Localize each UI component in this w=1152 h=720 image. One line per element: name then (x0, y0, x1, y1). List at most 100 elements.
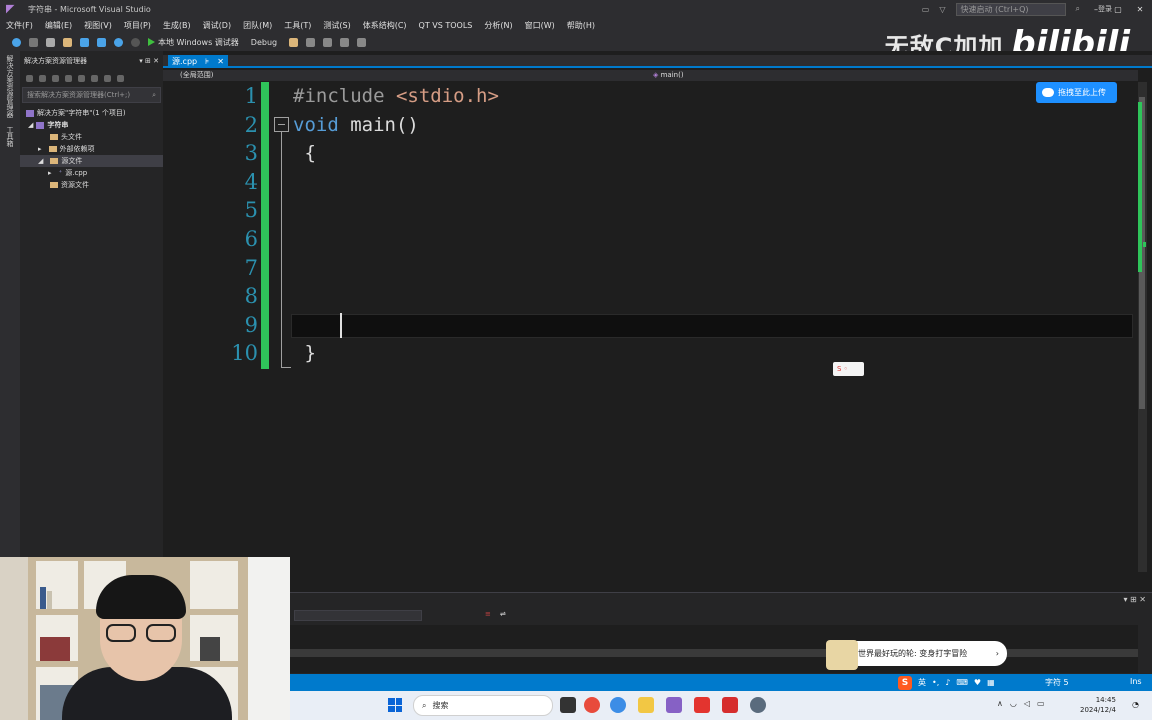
maximize-button[interactable]: ▢ (1112, 5, 1124, 14)
tab-source-cpp[interactable]: 源.cpp ⊧ ✕ (168, 55, 228, 68)
tree-item-header-files[interactable]: 头文件 (20, 131, 163, 143)
visual-studio-icon[interactable] (666, 697, 682, 713)
quick-launch-input[interactable]: 快速启动 (Ctrl+Q) (955, 2, 1066, 16)
task-view-icon[interactable] (560, 697, 576, 713)
menu-analyze[interactable]: 分析(N) (484, 20, 512, 31)
filter-icon[interactable]: ▽ (939, 5, 945, 14)
forward-icon[interactable] (39, 74, 46, 82)
menu-project[interactable]: 项目(P) (124, 20, 151, 31)
clear-all-icon[interactable]: ≡ (485, 610, 491, 618)
close-tab-icon[interactable]: ✕ (217, 55, 224, 68)
save-all-icon[interactable] (97, 37, 106, 47)
apps-icon[interactable]: ▦ (987, 678, 995, 687)
tray-overflow-icon[interactable]: ∧ (997, 699, 1003, 708)
horizontal-scrollbar[interactable] (290, 649, 1138, 657)
network-app-icon[interactable] (610, 697, 626, 713)
search-icon[interactable]: ⌕ (1076, 4, 1080, 14)
ime-toolbar[interactable]: S 英 •, ♪ ⌨ ♥ ▦ (898, 675, 995, 690)
collapse-region-icon[interactable] (274, 117, 289, 132)
menu-window[interactable]: 窗口(W) (525, 20, 555, 31)
settings-icon[interactable] (750, 697, 766, 713)
vertical-scrollbar[interactable] (1138, 82, 1147, 572)
indent-icon[interactable] (357, 37, 367, 47)
new-project-icon[interactable] (46, 37, 55, 47)
wifi-icon[interactable]: ◡ (1010, 699, 1017, 708)
back-icon[interactable] (12, 37, 21, 47)
back-icon[interactable] (26, 74, 33, 82)
upload-drop-button[interactable]: 拖拽至此上传 (1036, 82, 1117, 103)
microphone-icon[interactable]: ♪ (945, 678, 950, 687)
expanded-chevron-icon[interactable]: ◢ (38, 155, 43, 167)
wps-icon[interactable] (694, 697, 710, 713)
home-icon[interactable] (52, 74, 59, 82)
tree-item-resource-files[interactable]: 资源文件 (20, 179, 163, 191)
notification-bell-icon[interactable]: ◔ (1132, 700, 1139, 709)
panel-controls[interactable]: ▾ ⊞ ✕ (139, 57, 159, 65)
collapse-all-icon[interactable] (91, 74, 98, 82)
chevron-right-icon[interactable]: › (996, 649, 999, 658)
menu-view[interactable]: 视图(V) (84, 20, 112, 31)
refresh-icon[interactable] (78, 74, 85, 82)
tab-solution-explorer[interactable]: 解决方案资源管理器 (0, 51, 20, 122)
attach-icon[interactable] (289, 37, 299, 47)
word-wrap-icon[interactable]: ⇌ (500, 610, 506, 618)
show-all-files-icon[interactable] (104, 74, 111, 82)
tree-item-external-deps[interactable]: ▸ 外部依赖项 (20, 143, 163, 155)
undo-icon[interactable] (114, 37, 123, 47)
file-explorer-icon[interactable] (638, 697, 654, 713)
configuration-select[interactable]: Debug (247, 38, 281, 47)
menu-file[interactable]: 文件(F) (6, 20, 33, 31)
menu-tools[interactable]: 工具(T) (284, 20, 311, 31)
forward-icon[interactable] (29, 37, 38, 47)
login-link[interactable]: 登录 (1098, 4, 1112, 14)
chrome-icon[interactable] (584, 697, 600, 713)
menu-test[interactable]: 测试(S) (323, 20, 350, 31)
bookmark-icon[interactable] (306, 37, 316, 47)
menu-help[interactable]: 帮助(H) (567, 20, 595, 31)
menu-build[interactable]: 生成(B) (163, 20, 191, 31)
menu-architecture[interactable]: 体系结构(C) (363, 20, 407, 31)
sogou-ime-icon[interactable]: S (898, 675, 912, 690)
tree-item-source-cpp[interactable]: ▸ ⁺ 源.cpp (20, 167, 163, 179)
pin-icon[interactable]: ⊧ (205, 55, 209, 68)
menu-team[interactable]: 团队(M) (243, 20, 272, 31)
taskbar-clock[interactable]: 14:45 2024/12/4 (1080, 695, 1116, 715)
collapsed-chevron-icon[interactable]: ▸ (48, 167, 52, 179)
panel-controls[interactable]: ▾ ⊞ ✕ (1123, 595, 1146, 604)
sync-icon[interactable] (65, 74, 72, 82)
tab-toolbox[interactable]: 工具箱 (0, 122, 20, 151)
menu-qt-vs-tools[interactable]: QT VS TOOLS (419, 21, 473, 30)
skin-icon[interactable]: ♥ (974, 678, 981, 687)
solution-search-input[interactable]: 搜索解决方案资源管理器(Ctrl+;) ⌕ (22, 87, 161, 103)
properties-icon[interactable] (117, 74, 124, 82)
notification-icon[interactable]: ▭ (922, 5, 930, 14)
menu-edit[interactable]: 编辑(E) (45, 20, 72, 31)
tree-item-source-files[interactable]: ◢ 源文件 (20, 155, 163, 167)
menu-debug[interactable]: 调试(D) (203, 20, 231, 31)
collapsed-chevron-icon[interactable]: ▸ (38, 143, 42, 155)
member-dropdown[interactable]: ◈ main() (653, 70, 684, 81)
keyboard-icon[interactable]: ⌨ (956, 678, 968, 687)
open-folder-icon[interactable] (63, 37, 72, 47)
uncomment-icon[interactable] (340, 37, 350, 47)
ime-language[interactable]: 英 (918, 677, 926, 688)
code-text[interactable]: #include <stdio.h> void main() { } (293, 82, 1133, 368)
taskbar-search-box[interactable]: ⌕ 搜索 (413, 695, 553, 716)
punctuation-icon[interactable]: •, (932, 678, 939, 687)
wps-writer-icon[interactable] (722, 697, 738, 713)
start-button-icon[interactable] (388, 698, 402, 712)
start-debugging-button[interactable]: 本地 Windows 调试器 (148, 37, 239, 48)
scope-dropdown[interactable]: (全局范围) (180, 70, 213, 81)
comment-icon[interactable] (323, 37, 333, 47)
tree-item-solution[interactable]: 解决方案"字符串"(1 个项目) (20, 107, 163, 119)
redo-icon[interactable] (131, 37, 140, 47)
ime-floating-icon[interactable]: S ◦ (833, 362, 864, 376)
battery-icon[interactable]: ▭ (1037, 699, 1045, 708)
close-button[interactable]: ✕ (1134, 5, 1146, 14)
tree-item-project[interactable]: ◢ 字符串 (20, 119, 163, 131)
project-icon (36, 121, 45, 129)
output-source-select[interactable] (294, 610, 422, 621)
volume-icon[interactable]: ◁ (1024, 699, 1030, 708)
expanded-chevron-icon[interactable]: ◢ (28, 119, 33, 131)
save-icon[interactable] (80, 37, 89, 47)
